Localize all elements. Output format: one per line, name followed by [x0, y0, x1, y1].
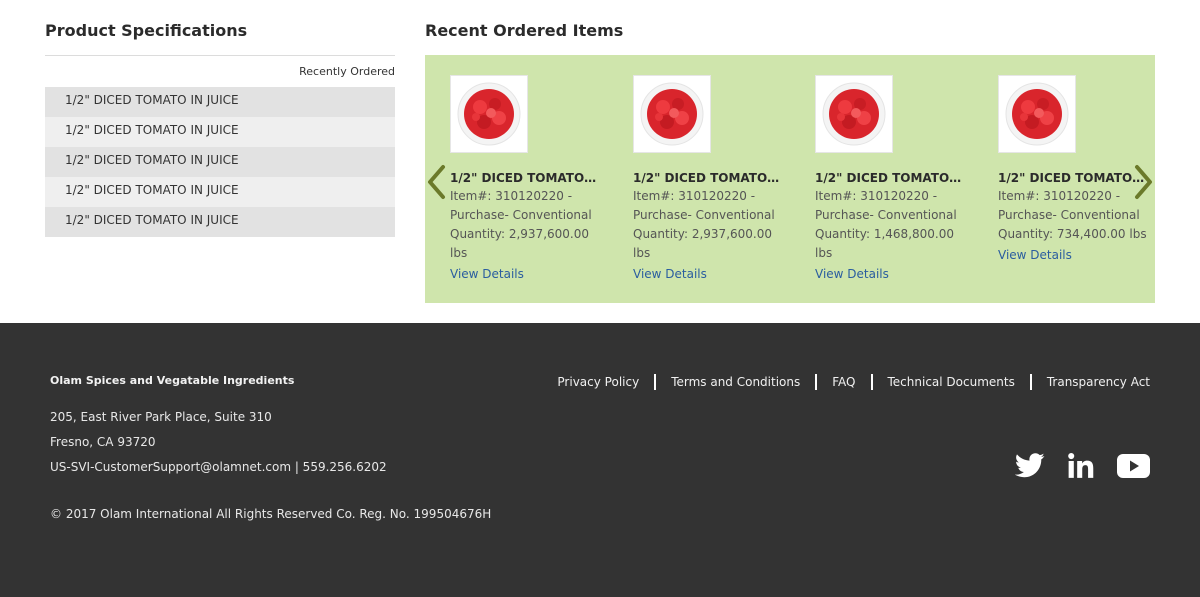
spec-list-item[interactable]: 1/2" DICED TOMATO IN JUICE — [45, 147, 395, 177]
terms-and-conditions-link[interactable]: Terms and Conditions — [671, 375, 800, 389]
link-divider — [1029, 374, 1032, 390]
product-thumbnail[interactable] — [450, 75, 528, 153]
transparency-act-link[interactable]: Transparency Act — [1047, 375, 1150, 389]
recent-item-card: 1/2" DICED TOMATO IN ... Item#: 31012022… — [450, 75, 605, 284]
recent-item-purchase: Purchase- Conventional — [998, 208, 1140, 222]
company-name: Olam Spices and Vegatable Ingredients — [50, 374, 295, 387]
diced-tomato-image — [457, 82, 521, 146]
product-specifications-panel: Recently Ordered 1/2" DICED TOMATO IN JU… — [45, 55, 395, 237]
diced-tomato-image — [822, 82, 886, 146]
recent-item-quantity: Quantity: 2,937,600.00 — [633, 227, 772, 241]
recent-item-name: 1/2" DICED TOMATO IN ... — [815, 171, 965, 185]
chevron-left-icon[interactable] — [425, 163, 449, 201]
recent-items-carousel: 1/2" DICED TOMATO IN ... Item#: 31012022… — [425, 55, 1155, 303]
recent-item-card: 1/2" DICED TOMATO IN ... Item#: 31012022… — [815, 75, 970, 284]
site-footer: Olam Spices and Vegatable Ingredients 20… — [0, 323, 1200, 597]
recent-ordered-items-title: Recent Ordered Items — [425, 21, 624, 40]
twitter-icon[interactable] — [1015, 453, 1045, 478]
recent-item-number: Item#: 310120220 - — [998, 189, 1121, 203]
product-thumbnail[interactable] — [633, 75, 711, 153]
linkedin-icon[interactable] — [1067, 452, 1095, 479]
view-details-link[interactable]: View Details — [998, 246, 1072, 265]
link-divider — [815, 374, 818, 390]
spec-list-item[interactable]: 1/2" DICED TOMATO IN JUICE — [45, 117, 395, 147]
recent-item-number: Item#: 310120220 - — [450, 189, 573, 203]
recent-item-unit: lbs — [450, 246, 468, 260]
address-line-2: Fresno, CA 93720 — [50, 435, 156, 449]
link-divider — [870, 374, 873, 390]
social-links — [1015, 452, 1150, 479]
product-specifications-title: Product Specifications — [45, 21, 248, 40]
contact-info: US-SVI-CustomerSupport@olamnet.com | 559… — [50, 460, 387, 474]
recent-item-name: 1/2" DICED TOMATO IN ... — [450, 171, 600, 185]
technical-documents-link[interactable]: Technical Documents — [888, 375, 1015, 389]
recent-item-number: Item#: 310120220 - — [815, 189, 938, 203]
diced-tomato-image — [640, 82, 704, 146]
product-thumbnail[interactable] — [998, 75, 1076, 153]
recent-item-name: 1/2" DICED TOMATO IN ... — [998, 171, 1148, 185]
recent-item-unit: lbs — [633, 246, 651, 260]
copyright-text: © 2017 Olam International All Rights Res… — [50, 507, 492, 521]
recent-item-number: Item#: 310120220 - — [633, 189, 756, 203]
product-thumbnail[interactable] — [815, 75, 893, 153]
spec-list-item[interactable]: 1/2" DICED TOMATO IN JUICE — [45, 207, 395, 237]
footer-links: Privacy Policy Terms and Conditions FAQ … — [557, 374, 1150, 390]
recent-item-name: 1/2" DICED TOMATO IN ... — [633, 171, 783, 185]
recent-item-purchase: Purchase- Conventional — [450, 208, 592, 222]
view-details-link[interactable]: View Details — [633, 265, 707, 284]
recent-item-purchase: Purchase- Conventional — [815, 208, 957, 222]
address-line-1: 205, East River Park Place, Suite 310 — [50, 410, 272, 424]
recent-item-quantity: Quantity: 2,937,600.00 — [450, 227, 589, 241]
diced-tomato-image — [1005, 82, 1069, 146]
recent-item-card: 1/2" DICED TOMATO IN ... Item#: 31012022… — [998, 75, 1153, 265]
youtube-icon[interactable] — [1117, 453, 1150, 478]
faq-link[interactable]: FAQ — [832, 375, 855, 389]
view-details-link[interactable]: View Details — [815, 265, 889, 284]
chevron-right-icon[interactable] — [1131, 163, 1155, 201]
recent-item-quantity: Quantity: 1,468,800.00 — [815, 227, 954, 241]
recent-item-purchase: Purchase- Conventional — [633, 208, 775, 222]
recent-item-card: 1/2" DICED TOMATO IN ... Item#: 31012022… — [633, 75, 788, 284]
link-divider — [654, 374, 657, 390]
spec-list-item[interactable]: 1/2" DICED TOMATO IN JUICE — [45, 87, 395, 117]
recent-item-unit: lbs — [815, 246, 833, 260]
view-details-link[interactable]: View Details — [450, 265, 524, 284]
spec-list-item[interactable]: 1/2" DICED TOMATO IN JUICE — [45, 177, 395, 207]
recent-item-quantity: Quantity: 734,400.00 lbs — [998, 227, 1147, 241]
recently-ordered-header: Recently Ordered — [299, 65, 395, 78]
privacy-policy-link[interactable]: Privacy Policy — [557, 375, 639, 389]
